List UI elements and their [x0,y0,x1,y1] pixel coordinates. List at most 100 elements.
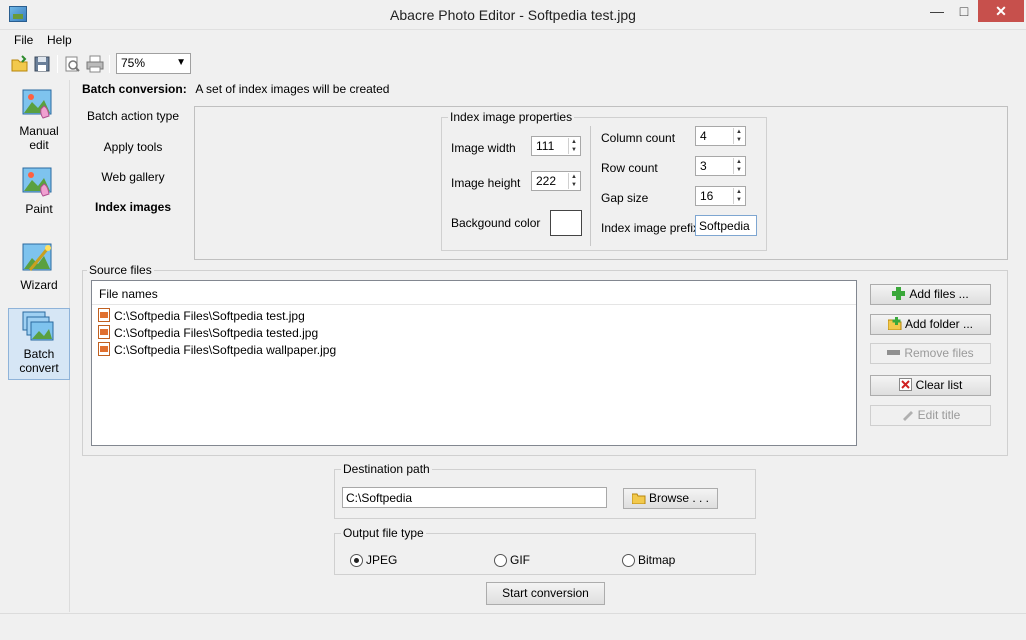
gap-size-label: Gap size [601,191,649,205]
batch-convert-icon [22,311,56,345]
radio-selected-icon [350,554,363,567]
radio-unselected-icon [494,554,507,567]
plus-icon [892,287,906,300]
file-names-header[interactable]: File names [92,281,856,305]
row-count-spinner[interactable]: 3 ▲ ▼ [695,156,746,176]
file-path: C:\Softpedia Files\Softpedia wallpaper.j… [114,343,337,357]
edit-title-label: Edit title [917,408,961,422]
index-props-legend: Index image properties [448,110,575,124]
open-icon[interactable] [10,54,30,74]
zoom-value: 75% [121,56,146,70]
column-count-value: 4 [700,129,707,143]
add-files-label: Add files ... [909,287,969,301]
spinner-arrows-icon[interactable]: ▲ ▼ [568,173,579,189]
minimize-button[interactable]: — [924,0,950,22]
index-props-group: Index image properties Image width 111 ▲… [441,110,767,251]
nav-label: Batch [23,347,55,361]
paint-icon [22,166,56,200]
prefix-label: Index image prefix [601,221,700,235]
radio-jpeg[interactable]: JPEG [350,553,397,567]
zoom-select[interactable]: 75% ▼ [116,53,191,74]
image-width-label: Image width [451,141,516,155]
action-type-heading: Batch action type [86,109,180,123]
file-path: C:\Softpedia Files\Softpedia tested.jpg [114,326,319,340]
clear-list-button[interactable]: Clear list [870,375,991,396]
nav-manual-edit[interactable]: Manual edit [8,88,70,158]
nav-label: Wizard [20,278,58,292]
edit-icon [901,408,914,421]
destination-path-input[interactable]: C:\Softpedia [342,487,607,508]
radio-label: Bitmap [638,553,676,567]
batch-header: Batch conversion: A set of index images … [82,82,389,96]
nav-paint[interactable]: Paint [8,166,70,224]
image-height-spinner[interactable]: 222 ▲ ▼ [531,171,581,191]
menu-help[interactable]: Help [47,33,72,47]
spinner-arrows-icon[interactable]: ▲ ▼ [733,128,744,144]
header-description: A set of index images will be created [195,82,390,96]
image-width-spinner[interactable]: 111 ▲ ▼ [531,136,581,156]
print-preview-icon[interactable] [62,54,82,74]
destination-group: Destination path C:\Softpedia Browse . .… [334,462,756,519]
radio-bitmap[interactable]: Bitmap [622,553,675,567]
spinner-arrows-icon[interactable]: ▲ ▼ [568,138,579,154]
add-folder-label: Add folder ... [904,317,974,331]
title-bar: Abacre Photo Editor - Softpedia test.jpg… [0,0,1026,30]
start-conversion-button[interactable]: Start conversion [486,582,605,605]
window-title: Abacre Photo Editor - Softpedia test.jpg [390,7,636,23]
add-files-button[interactable]: Add files ... [870,284,991,305]
row-count-value: 3 [700,159,707,173]
image-file-icon [98,308,110,322]
minus-icon [887,346,901,359]
prefix-input[interactable]: Softpedia [695,215,757,236]
nav-label: Manual [19,124,59,138]
clear-icon [898,378,912,391]
divider [590,126,591,246]
column-count-label: Column count [601,131,676,145]
nav-batch-convert[interactable]: Batch convert [8,308,70,380]
save-icon[interactable] [32,54,52,74]
folder-icon [631,491,646,505]
browse-button[interactable]: Browse . . . [623,488,718,509]
nav-label: Paint [25,202,53,216]
header-title: Batch conversion: [82,82,187,96]
properties-panel: Index image properties Image width 111 ▲… [194,106,1008,260]
close-button[interactable]: ✕ [978,0,1024,22]
list-item[interactable]: C:\Softpedia Files\Softpedia wallpaper.j… [98,342,336,359]
wizard-icon [22,242,56,276]
remove-files-button[interactable]: Remove files [870,343,991,364]
action-apply-tools[interactable]: Apply tools [82,140,184,154]
radio-gif[interactable]: GIF [494,553,530,567]
background-color-swatch[interactable] [550,210,582,236]
action-index-images[interactable]: Index images [82,200,184,214]
radio-unselected-icon [622,554,635,567]
file-list[interactable]: File names C:\Softpedia Files\Softpedia … [91,280,857,446]
gap-size-value: 16 [700,189,714,203]
maximize-button[interactable]: □ [951,0,977,22]
left-nav: Manual edit Paint Wizard Batch convert [8,80,70,612]
clear-list-label: Clear list [915,378,963,392]
list-item[interactable]: C:\Softpedia Files\Softpedia test.jpg [98,308,305,325]
print-icon[interactable] [85,54,105,74]
image-height-value: 222 [536,174,557,188]
edit-title-button[interactable]: Edit title [870,405,991,426]
spinner-arrows-icon[interactable]: ▲ ▼ [733,158,744,174]
spinner-arrows-icon[interactable]: ▲ ▼ [733,188,744,204]
output-type-legend: Output file type [341,526,426,540]
list-item[interactable]: C:\Softpedia Files\Softpedia tested.jpg [98,325,318,342]
image-file-icon [98,342,110,356]
status-bar [0,613,1026,640]
nav-wizard[interactable]: Wizard [8,242,70,300]
add-folder-icon [887,317,902,331]
gap-size-spinner[interactable]: 16 ▲ ▼ [695,186,746,206]
image-height-label: Image height [451,176,521,190]
column-count-spinner[interactable]: 4 ▲ ▼ [695,126,746,146]
radio-label: JPEG [366,553,398,567]
menu-file[interactable]: File [14,33,33,47]
source-files-legend: Source files [87,263,154,277]
browse-label: Browse . . . [648,491,710,505]
action-web-gallery[interactable]: Web gallery [82,170,184,184]
background-color-label: Backgound color [451,216,541,230]
add-folder-button[interactable]: Add folder ... [870,314,991,335]
image-file-icon [98,325,110,339]
destination-legend: Destination path [341,462,432,476]
